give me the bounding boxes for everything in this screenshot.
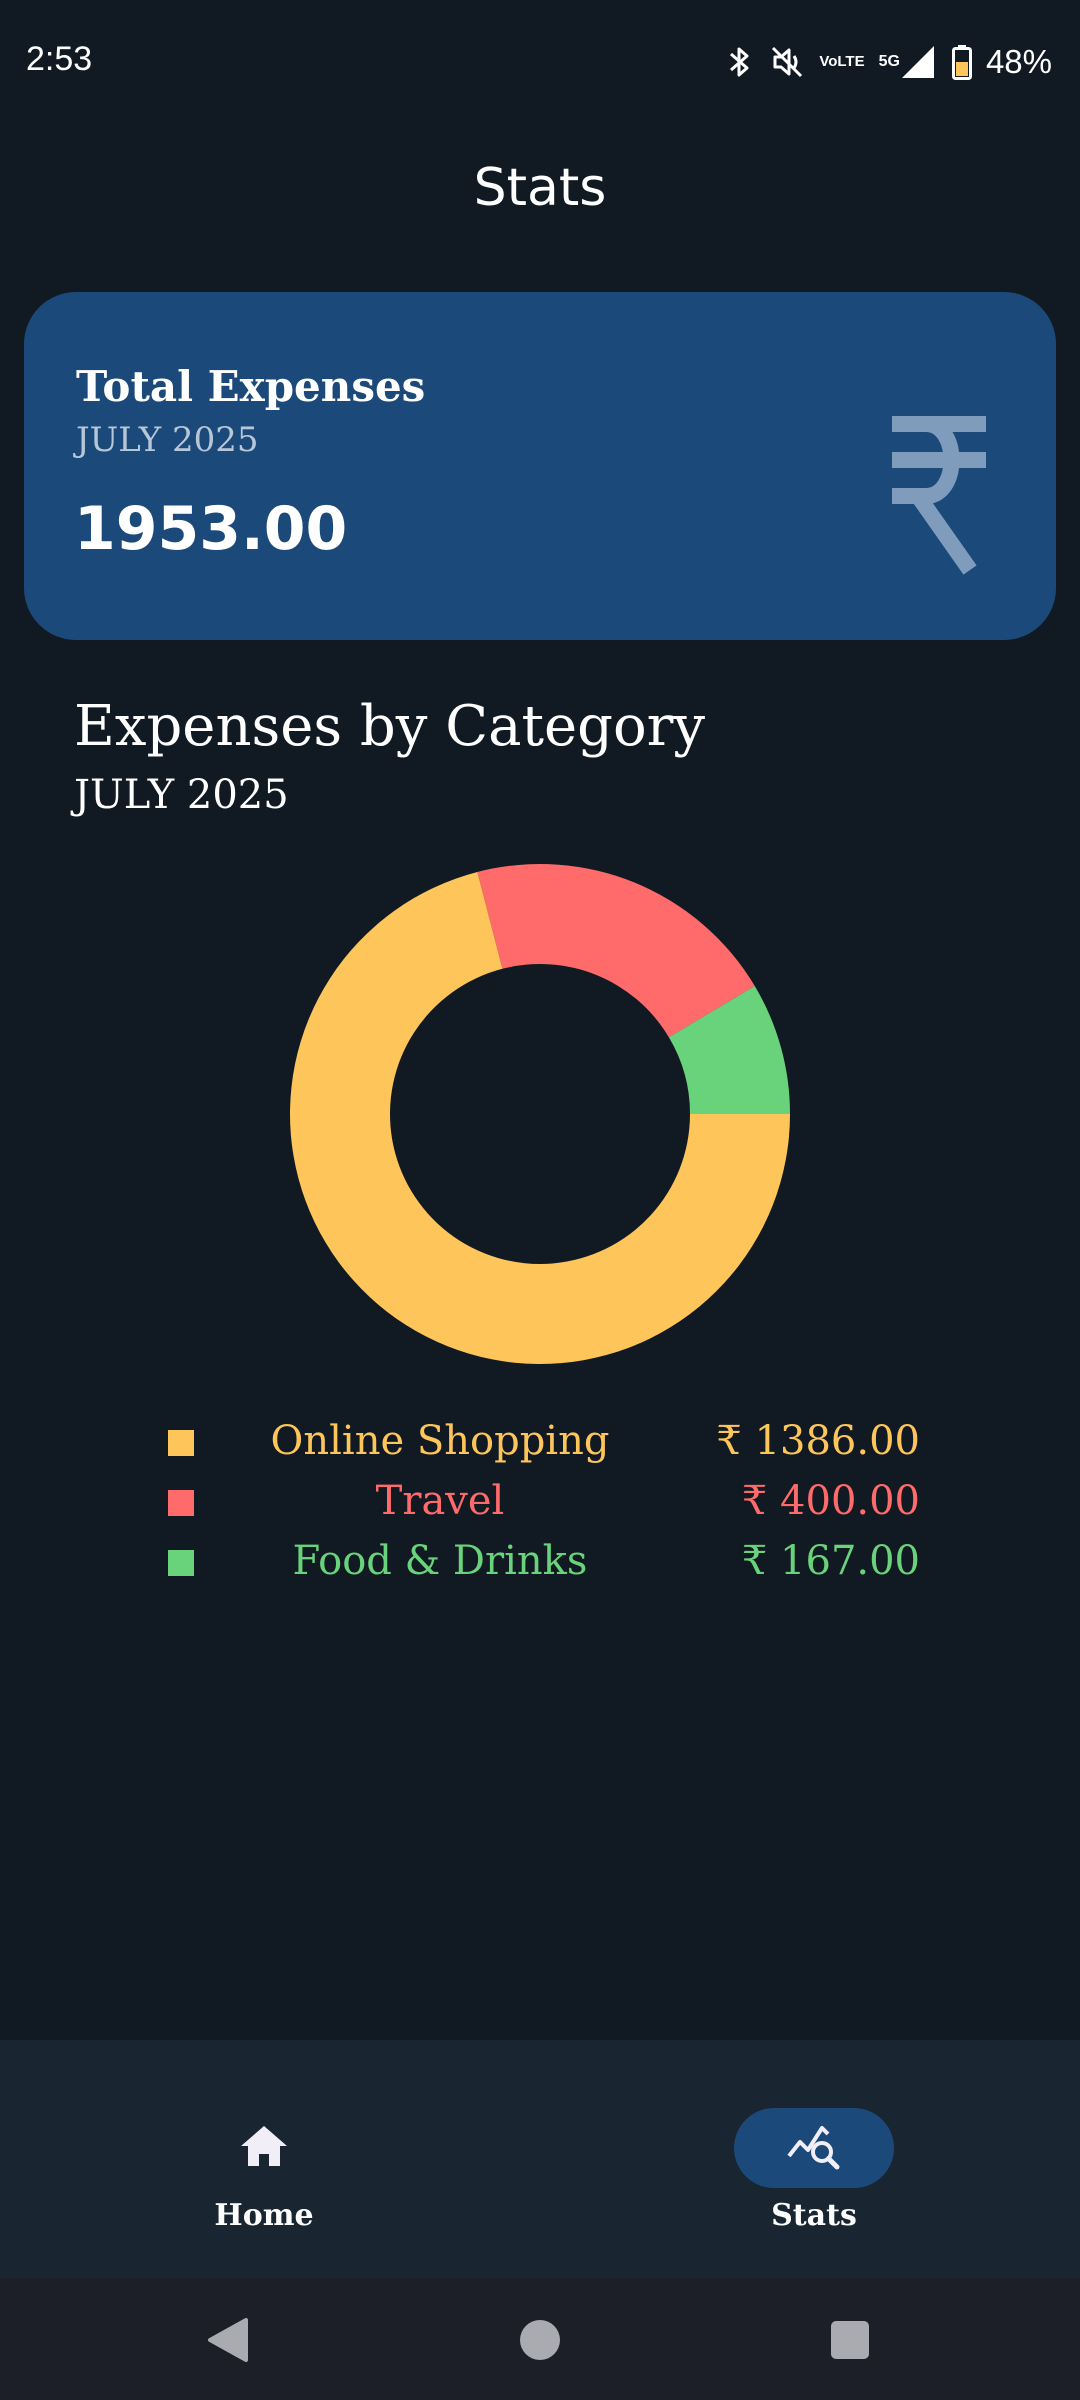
- legend-value: ₹ 167.00: [741, 1538, 920, 1584]
- legend-swatch: [168, 1550, 194, 1576]
- nav-item-stats[interactable]: Stats: [704, 2108, 924, 2248]
- status-time: 2:53: [26, 40, 93, 78]
- stats-search-icon: [786, 2122, 842, 2174]
- bluetooth-icon: [725, 44, 755, 80]
- legend-swatch: [168, 1430, 194, 1456]
- home-icon: [239, 2124, 289, 2172]
- total-expenses-amount: 1953.00: [74, 494, 348, 564]
- legend-value: ₹ 1386.00: [716, 1418, 920, 1464]
- legend-name: Travel: [375, 1478, 505, 1524]
- signal-icon: 5G: [879, 44, 938, 80]
- nav-item-home[interactable]: Home: [154, 2108, 374, 2248]
- nav-home-label: Home: [214, 2198, 314, 2233]
- network-type: 5G: [878, 53, 900, 70]
- category-legend: Online Shopping ₹ 1386.00 Travel ₹ 400.0…: [160, 1414, 920, 1594]
- status-icons: Vo LTE 5G 48%: [725, 38, 1052, 86]
- bottom-navigation: Home Stats: [0, 2040, 1080, 2278]
- total-expenses-title: Total Expenses: [76, 362, 426, 411]
- battery-icon: [951, 44, 972, 80]
- home-circle-icon[interactable]: [518, 2316, 562, 2368]
- category-section-month: JULY 2025: [74, 772, 289, 818]
- nav-stats-label: Stats: [771, 2198, 857, 2233]
- legend-name: Food & Drinks: [292, 1538, 588, 1584]
- legend-swatch: [168, 1490, 194, 1516]
- volte-icon: Vo LTE: [819, 53, 865, 70]
- status-bar: 2:53 Vo LTE 5G 48%: [0, 0, 1080, 120]
- page-title: Stats: [473, 158, 607, 218]
- legend-value: ₹ 400.00: [741, 1478, 920, 1524]
- legend-item: Travel ₹ 400.00: [160, 1474, 920, 1534]
- legend-item: Food & Drinks ₹ 167.00: [160, 1534, 920, 1594]
- system-navigation-bar: [0, 2278, 1080, 2400]
- total-expenses-card: Total Expenses JULY 2025 1953.00: [24, 292, 1056, 640]
- legend-item: Online Shopping ₹ 1386.00: [160, 1414, 920, 1474]
- nav-home-pill: [184, 2108, 344, 2188]
- nav-stats-pill: [734, 2108, 894, 2188]
- back-icon[interactable]: [206, 2316, 250, 2368]
- battery-percent: 48%: [985, 43, 1052, 80]
- total-expenses-month: JULY 2025: [76, 420, 259, 460]
- category-section-title: Expenses by Category: [74, 694, 706, 759]
- recents-icon[interactable]: [828, 2316, 872, 2368]
- rupee-icon: [878, 412, 990, 582]
- legend-name: Online Shopping: [270, 1418, 610, 1464]
- mute-icon: [769, 44, 805, 80]
- category-donut-chart: [290, 864, 790, 1364]
